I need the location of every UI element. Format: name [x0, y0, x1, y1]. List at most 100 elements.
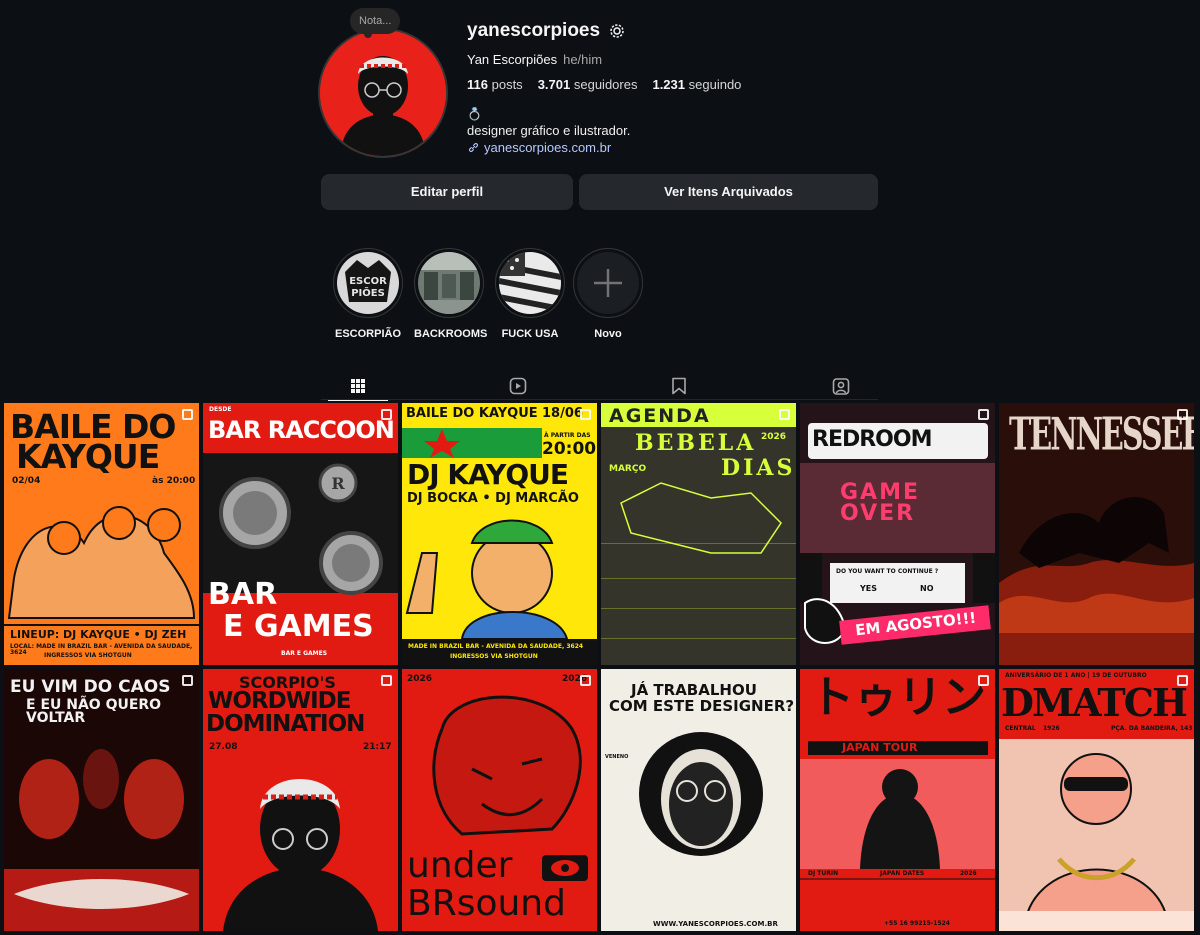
post-date: 02/04 — [12, 476, 41, 486]
svg-text:ESCOR: ESCOR — [349, 276, 387, 287]
post-redroom[interactable]: REDROOM GAME OVER DO YOU WANT TO CONTINU… — [800, 403, 995, 665]
post-title: GAME OVER — [840, 480, 921, 526]
post-footer: WWW.YANESCORPIOES.COM.BR — [653, 920, 778, 928]
post-title: DIAS — [721, 455, 796, 481]
settings-gear-icon[interactable] — [608, 22, 626, 40]
post-title: トゥリン — [810, 672, 986, 723]
view-archive-button[interactable]: Ver Itens Arquivados — [579, 174, 878, 210]
post-title: BAILE DO KAYQUE — [406, 406, 538, 421]
bio-link-text[interactable]: yanescorpioes.com.br — [484, 140, 611, 155]
post-word: VENENO — [605, 754, 629, 760]
post-title: DMATCH — [1001, 680, 1188, 725]
carousel-icon — [182, 675, 193, 686]
backrooms-photo-icon — [418, 252, 480, 314]
highlight-backrooms[interactable]: BACKROOMS — [414, 248, 488, 340]
post-scorpios-domination[interactable]: SCORPIO'S WORDWIDE DOMINATION 27.08 21:1… — [203, 669, 398, 931]
post-title: DJ KAYQUE — [407, 458, 569, 491]
post-venue: CENTRAL — [1005, 725, 1036, 732]
tab-tagged[interactable] — [811, 372, 871, 400]
highlight-fuck-usa[interactable]: FUCK USA — [495, 248, 565, 340]
tab-posts[interactable] — [328, 372, 388, 401]
post-time: às 20:00 — [152, 476, 196, 486]
post-lineup: LINEUP: DJ KAYQUE • DJ ZEH — [10, 628, 187, 641]
carousel-icon — [1177, 675, 1188, 686]
bio-link[interactable]: yanescorpioes.com.br — [467, 140, 611, 155]
post-date: 18/06 — [542, 406, 583, 421]
profile-avatar[interactable] — [318, 28, 448, 158]
edit-profile-button[interactable]: Editar perfil — [321, 174, 573, 210]
profile-stats: 116 posts 3.701 seguidores 1.231 seguind… — [467, 77, 741, 92]
bio-text: designer gráfico e ilustrador. — [467, 123, 631, 138]
escorpiao-logo-icon: ESCOR PIÕES — [337, 252, 399, 314]
svg-text:R: R — [331, 474, 345, 493]
tab-saved[interactable] — [649, 372, 709, 400]
pronouns: he/him — [563, 52, 603, 67]
post-title: under — [407, 845, 513, 886]
carousel-icon — [1177, 409, 1188, 420]
post-title: BEBELA — [635, 430, 757, 456]
post-title: REDROOM — [812, 427, 932, 452]
post-dates-label: JAPAN DATES — [880, 870, 925, 877]
post-time: 20:00 — [542, 439, 597, 459]
post-baile-do-kayque[interactable]: BAILE DO KAYQUE 02/04 às 20:00 LINEUP: D… — [4, 403, 199, 665]
tagged-person-icon — [832, 378, 850, 395]
post-location: MADE IN BRAZIL BAR - AVENIDA DA SAUDADE,… — [408, 643, 584, 650]
post-question: DO YOU WANT TO CONTINUE ? — [836, 568, 939, 575]
carousel-icon — [978, 409, 989, 420]
carousel-icon — [580, 675, 591, 686]
post-title: WORDWIDE — [208, 688, 351, 714]
post-title: TENNESSEE — [1009, 409, 1194, 462]
carousel-icon — [182, 409, 193, 420]
post-dj-kayque[interactable]: BAILE DO KAYQUE 18/06 À PARTIR DAS 20:00… — [402, 403, 597, 665]
stat-posts: 116 posts — [467, 77, 523, 92]
carousel-icon — [381, 675, 392, 686]
highlight-new[interactable]: Novo — [573, 248, 643, 340]
full-name: Yan Escorpiões — [467, 52, 558, 67]
post-title: JÁ TRABALHOU — [631, 681, 757, 699]
post-title: BRsound — [407, 883, 566, 924]
bio-ring-emoji: 💍 — [467, 107, 482, 121]
post-tennessee[interactable]: TENNESSEE — [999, 403, 1194, 665]
highlight-label: BACKROOMS — [414, 328, 488, 340]
post-no: NO — [920, 584, 934, 593]
post-year: 2026 — [407, 674, 433, 684]
post-time: 21:17 — [363, 742, 392, 752]
flag-photo-icon — [499, 252, 561, 314]
post-footer: BAR E GAMES — [281, 650, 328, 657]
post-tickets: INGRESSOS VIA SHOTGUN — [44, 652, 132, 659]
post-dmatch[interactable]: ANIVERSÁRIO DE 1 ANO | 19 DE OUTUBRO DMA… — [999, 669, 1194, 931]
post-eu-vim-do-caos[interactable]: EU VIM DO CAOS E EU NÃO QUERO VOLTAR — [4, 669, 199, 931]
tab-reels[interactable] — [488, 372, 548, 400]
post-booking: +55 16 99215-1524 — [884, 920, 950, 927]
post-title: E EU NÃO QUERO VOLTAR — [26, 697, 162, 727]
post-kicker: DESDE — [209, 406, 232, 413]
post-title: JAPAN TOUR — [842, 741, 918, 754]
carousel-icon — [978, 675, 989, 686]
post-title: KAYQUE — [16, 437, 160, 476]
stat-following[interactable]: 1.231 seguindo — [652, 77, 741, 92]
reels-icon — [509, 377, 527, 395]
post-subtitle: DJ BOCKA • DJ MARCÃO — [407, 491, 579, 506]
username: yanescorpioes — [467, 20, 601, 41]
carousel-icon — [381, 409, 392, 420]
post-ja-trabalhou[interactable]: JÁ TRABALHOU COM ESTE DESIGNER? VENENO W… — [601, 669, 796, 931]
post-bar-raccoon[interactable]: R DESDE BAR RACCOON BAR E GAMES BAR E GA… — [203, 403, 398, 665]
post-title: BAR RACCOON — [208, 416, 395, 444]
post-month: MARÇO — [609, 464, 647, 474]
bookmark-icon — [672, 377, 686, 395]
note-bubble[interactable]: Nota... — [350, 8, 401, 38]
post-dj: DJ TURIN — [808, 870, 839, 877]
post-title: AGENDA — [609, 405, 711, 427]
highlight-escorpiao[interactable]: ESCOR PIÕES ESCORPIÃO — [333, 248, 403, 340]
post-title: EU VIM DO CAOS — [10, 677, 171, 697]
post-yes: YES — [860, 584, 878, 593]
stat-followers[interactable]: 3.701 seguidores — [538, 77, 638, 92]
post-kicker: À PARTIR DAS — [544, 432, 591, 439]
plus-icon — [594, 269, 622, 297]
post-title: COM ESTE DESIGNER? — [609, 697, 795, 715]
highlight-label: FUCK USA — [501, 328, 559, 340]
post-japan-tour[interactable]: トゥリン JAPAN TOUR DJ TURIN JAPAN DATES 202… — [800, 669, 995, 931]
post-underbrsound[interactable]: 2026 2026 under BRsound — [402, 669, 597, 931]
post-agenda-bebela[interactable]: AGENDA BEBELA 2026 MARÇO DIAS — [601, 403, 796, 665]
carousel-icon — [779, 409, 790, 420]
